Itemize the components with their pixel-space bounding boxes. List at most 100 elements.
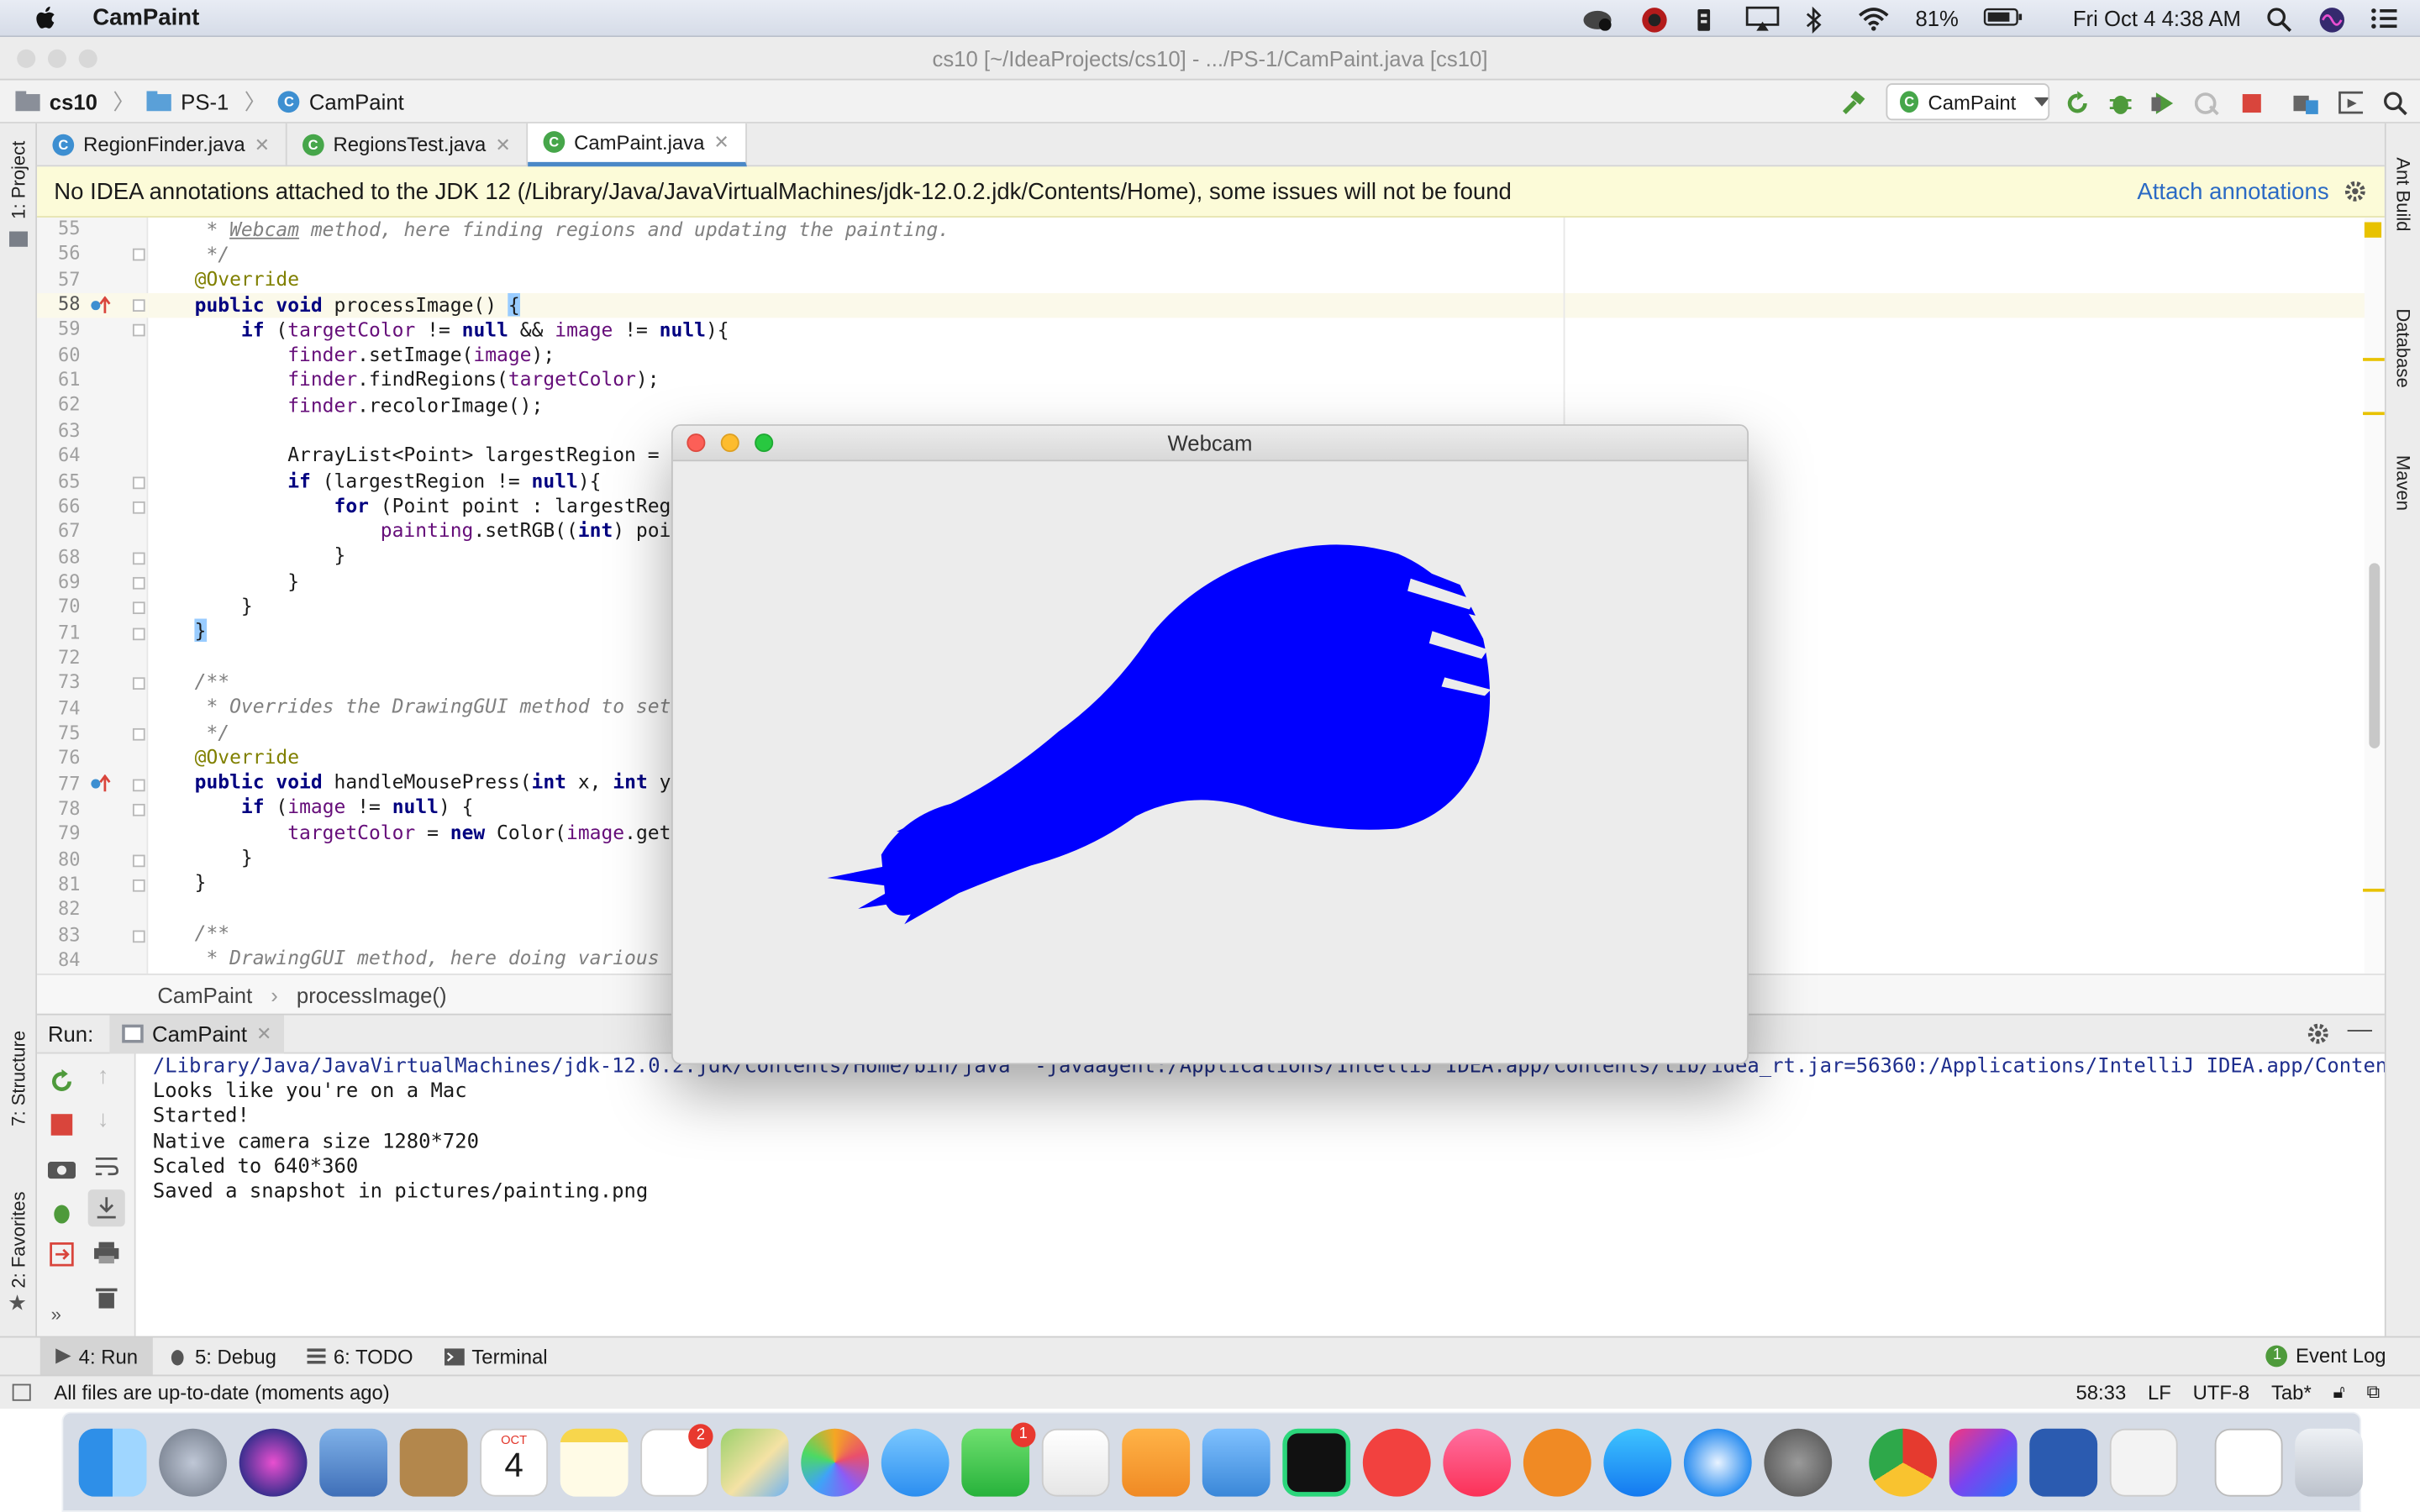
fold-marker[interactable]	[132, 299, 145, 312]
bitdefender-icon[interactable]	[1641, 5, 1669, 32]
creative-cloud-icon[interactable]	[1582, 5, 1616, 30]
breadcrumb-class[interactable]: CamPaint	[157, 982, 252, 1006]
status-window-toggle-icon[interactable]	[12, 1383, 31, 1401]
minimize-window-button[interactable]	[720, 433, 739, 453]
gear-icon[interactable]	[2344, 181, 2366, 202]
editor-scrollbar[interactable]	[2363, 217, 2385, 974]
fold-marker[interactable]	[132, 627, 145, 640]
run-console[interactable]: /Library/Java/JavaVirtualMachines/jdk-12…	[135, 1053, 2385, 1336]
run-tab-campaint[interactable]: CamPaint ✕	[108, 1014, 285, 1053]
music-icon[interactable]	[1443, 1427, 1512, 1496]
close-tab-icon[interactable]: ✕	[495, 134, 510, 155]
notification-center-icon[interactable]	[2370, 5, 2398, 29]
chrome-icon[interactable]	[1869, 1427, 1938, 1496]
file-encoding[interactable]: UTF-8	[2193, 1381, 2250, 1404]
battery-percent[interactable]: 81%	[1915, 5, 1958, 29]
fold-marker[interactable]	[132, 324, 145, 338]
fold-marker[interactable]	[132, 249, 145, 262]
rerun-icon[interactable]	[50, 1068, 74, 1094]
restart-icon[interactable]	[50, 1200, 74, 1225]
fold-marker[interactable]	[132, 677, 145, 690]
battery-monitor-icon[interactable]	[1693, 5, 1721, 30]
close-run-tab-icon[interactable]: ✕	[256, 1023, 271, 1045]
airplay-icon[interactable]	[1745, 5, 1780, 30]
pycharm-icon[interactable]	[1282, 1427, 1351, 1496]
close-window-button[interactable]	[687, 433, 706, 453]
java-icon[interactable]	[2109, 1427, 2178, 1496]
tab-campaint[interactable]: C CamPaint.java ✕	[528, 123, 747, 166]
nav-crumb-package[interactable]: PS-1	[146, 89, 229, 113]
stop-icon[interactable]	[2239, 91, 2264, 115]
run-configuration-select[interactable]: C CamPaint	[1886, 83, 2050, 121]
zoom-window-button[interactable]	[78, 49, 97, 68]
event-log-button[interactable]: 1 Event Log	[2266, 1344, 2386, 1367]
caret-position[interactable]: 58:33	[2075, 1381, 2126, 1404]
app-menu-name[interactable]: CamPaint	[92, 5, 199, 31]
override-method-icon[interactable]	[90, 296, 112, 315]
favorites-tool-tab[interactable]: 2: Favorites	[8, 1180, 29, 1289]
contacts-icon[interactable]	[399, 1427, 468, 1496]
scroll-to-end-toggle[interactable]	[87, 1189, 125, 1227]
warning-stripe[interactable]	[2363, 358, 2385, 361]
profiler-icon[interactable]	[2194, 91, 2219, 116]
keynote-icon[interactable]	[1202, 1427, 1270, 1496]
close-tab-icon[interactable]: ✕	[713, 131, 729, 153]
fold-marker[interactable]	[132, 778, 145, 791]
debug-bug-icon[interactable]	[2108, 91, 2133, 115]
gear-icon[interactable]	[2307, 1023, 2329, 1045]
warning-stripe[interactable]	[2363, 412, 2385, 416]
reminders-icon[interactable]: 2	[640, 1423, 713, 1496]
status-message[interactable]: All files are up-to-date (moments ago)	[54, 1381, 389, 1404]
exit-icon[interactable]	[50, 1242, 74, 1267]
system-preferences-icon[interactable]	[1764, 1427, 1833, 1496]
fold-marker[interactable]	[132, 551, 145, 564]
tool-tab-todo[interactable]: 6: TODO	[292, 1337, 429, 1376]
messages-icon[interactable]	[881, 1427, 950, 1496]
fold-marker[interactable]	[132, 930, 145, 942]
line-separator[interactable]: LF	[2148, 1381, 2171, 1404]
search-everywhere-icon[interactable]	[2383, 91, 2407, 116]
menubar-clock[interactable]: Fri Oct 4 4:38 AM	[2073, 5, 2241, 29]
ant-build-tool-tab[interactable]: Ant Build	[2392, 157, 2414, 265]
project-tool-tab[interactable]: 1: Project	[8, 127, 29, 219]
lock-icon[interactable]: 🔓︎	[2333, 1381, 2344, 1404]
print-icon[interactable]	[94, 1242, 119, 1264]
database-tool-tab[interactable]: Database	[2392, 308, 2414, 417]
maven-tool-tab[interactable]: Maven	[2392, 455, 2414, 564]
photos-icon[interactable]	[801, 1427, 870, 1496]
breadcrumb-method[interactable]: processImage()	[297, 982, 447, 1006]
news-icon[interactable]	[1362, 1427, 1431, 1496]
tool-tab-run[interactable]: 4: Run	[39, 1336, 154, 1376]
override-method-icon[interactable]	[90, 774, 112, 793]
build-hammer-icon[interactable]	[1841, 91, 1865, 115]
painting-canvas[interactable]	[673, 461, 1749, 1064]
camera-snapshot-icon[interactable]	[47, 1158, 76, 1179]
spotlight-search-icon[interactable]	[2265, 5, 2293, 32]
fold-marker[interactable]	[132, 727, 145, 741]
facetime-icon[interactable]: 1	[961, 1421, 1036, 1496]
project-folder-icon[interactable]	[9, 231, 29, 247]
notes-icon[interactable]	[560, 1427, 629, 1496]
siri-icon[interactable]	[239, 1427, 308, 1496]
tab-regionfinder[interactable]: C RegionFinder.java ✕	[37, 123, 287, 166]
more-icon[interactable]: »	[51, 1304, 61, 1326]
finder-icon[interactable]	[78, 1427, 147, 1496]
pages-icon[interactable]	[1122, 1427, 1191, 1496]
presentation-mode-icon[interactable]	[2338, 91, 2364, 115]
warning-stripe[interactable]	[2363, 888, 2385, 892]
scrollbar-thumb[interactable]	[2369, 563, 2381, 748]
app-store-icon[interactable]	[1603, 1427, 1672, 1496]
fold-marker[interactable]	[132, 854, 145, 867]
launchpad-icon[interactable]	[159, 1427, 227, 1496]
downloads-stack-icon[interactable]	[2214, 1427, 2283, 1496]
soft-wrap-icon[interactable]	[94, 1156, 118, 1178]
webcam-title-bar[interactable]: Webcam	[672, 425, 1748, 462]
books-icon[interactable]	[1523, 1427, 1591, 1496]
fold-marker[interactable]	[132, 501, 145, 514]
fold-marker[interactable]	[132, 576, 145, 590]
tool-tab-terminal[interactable]: Terminal	[429, 1337, 563, 1376]
stop-icon[interactable]	[50, 1114, 73, 1136]
rerun-icon[interactable]	[2065, 91, 2090, 115]
hide-panel-icon[interactable]: —	[2348, 1016, 2372, 1044]
close-window-button[interactable]	[17, 49, 36, 68]
